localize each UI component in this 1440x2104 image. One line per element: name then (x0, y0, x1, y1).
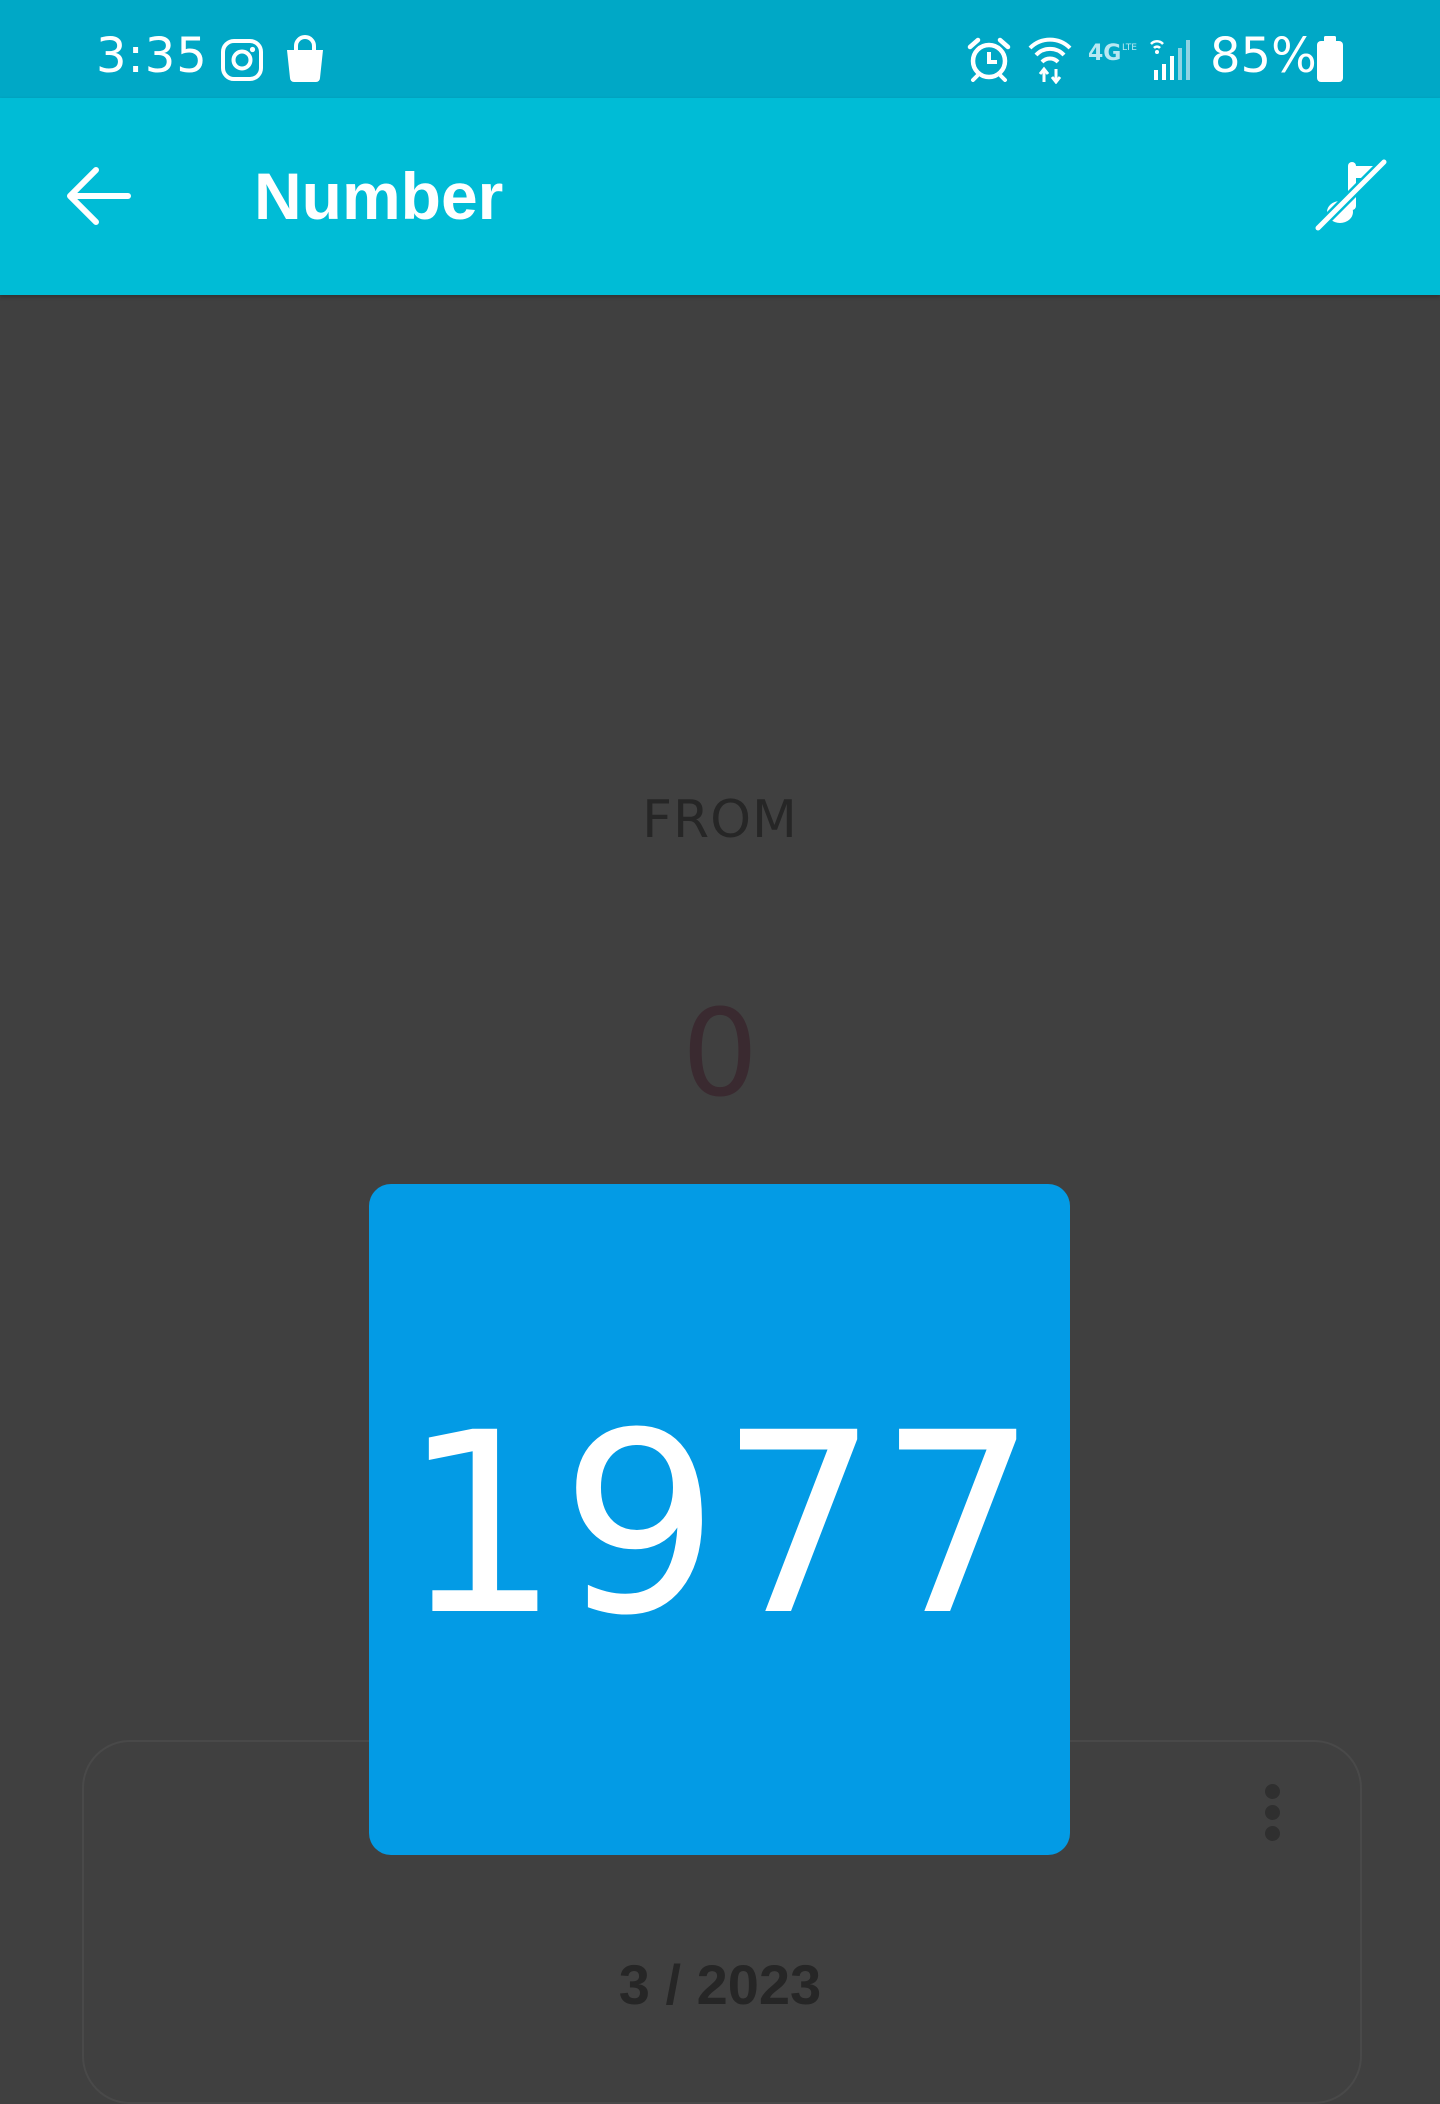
arrow-back-icon (67, 167, 131, 225)
signal-icon (1150, 40, 1190, 80)
dot-icon (1265, 1826, 1280, 1841)
alarm-icon (967, 37, 1011, 82)
status-bar: 3:35 4G LTE 85% (0, 0, 1440, 98)
instagram-icon (221, 39, 263, 81)
svg-text:4G: 4G (1088, 41, 1121, 66)
music-toggle-button[interactable] (1304, 148, 1400, 244)
svg-text:LTE: LTE (1122, 43, 1137, 53)
more-options-button[interactable] (1248, 1778, 1296, 1848)
shopping-bag-icon (287, 35, 323, 82)
app-bar: Number (0, 98, 1440, 295)
from-label: FROM (642, 790, 798, 850)
battery-icon (1317, 36, 1343, 82)
status-time: 3:35 (96, 28, 208, 84)
wifi-icon (1028, 37, 1072, 84)
4g-lte-icon: 4G LTE (1088, 41, 1137, 66)
from-value: 0 (681, 985, 759, 1124)
date-label: 3 / 2023 (618, 1953, 822, 2016)
dot-icon (1265, 1784, 1280, 1799)
dot-icon (1265, 1805, 1280, 1820)
number-value: 1977 (401, 1378, 1038, 1670)
battery-percentage: 85% (1210, 28, 1317, 84)
number-card[interactable]: 1977 (369, 1184, 1070, 1855)
music-off-icon (1313, 157, 1389, 233)
page-title: Number (254, 159, 504, 233)
back-button[interactable] (50, 148, 146, 244)
